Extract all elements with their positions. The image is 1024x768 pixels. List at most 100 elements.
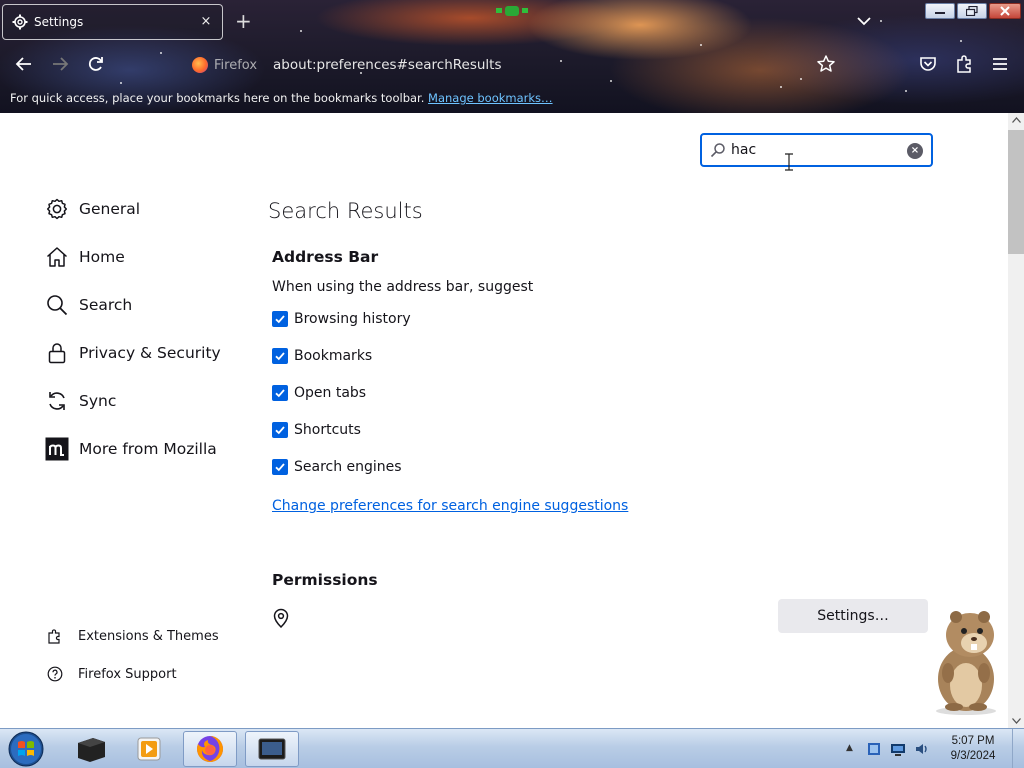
category-label: Home bbox=[79, 248, 125, 266]
volume-tray-icon[interactable] bbox=[914, 741, 930, 757]
checkbox-bookmarks[interactable]: Bookmarks bbox=[272, 348, 372, 364]
bookmark-star-icon[interactable] bbox=[816, 54, 836, 74]
media-box-icon bbox=[78, 738, 105, 762]
checkbox-label: Open tabs bbox=[294, 385, 367, 401]
category-label: Search bbox=[79, 296, 133, 314]
category-home[interactable]: Home bbox=[44, 243, 125, 271]
bookmarks-toolbar: For quick access, place your bookmarks h… bbox=[10, 91, 553, 105]
security-tray-icon[interactable] bbox=[866, 741, 882, 757]
manage-bookmarks-link[interactable]: Manage bookmarks… bbox=[428, 91, 553, 105]
category-label: General bbox=[79, 200, 141, 218]
close-tab-icon[interactable]: × bbox=[198, 14, 214, 29]
url-bar[interactable]: Firefox about:preferences#searchResults bbox=[186, 52, 806, 78]
theme-decoration bbox=[496, 6, 528, 16]
tab-title: Settings bbox=[34, 15, 84, 29]
category-more-from-mozilla[interactable]: More from Mozilla bbox=[44, 435, 217, 463]
checkbox-browsing-history[interactable]: Browsing history bbox=[272, 311, 411, 327]
menu-icon[interactable] bbox=[990, 54, 1010, 74]
restore-icon bbox=[966, 6, 978, 16]
checkbox-open-tabs[interactable]: Open tabs bbox=[272, 385, 366, 401]
address-bar-heading: Address Bar bbox=[272, 248, 379, 266]
scroll-up-icon[interactable] bbox=[1008, 113, 1024, 127]
category-search[interactable]: Search bbox=[44, 291, 132, 319]
window-app-icon bbox=[258, 738, 286, 760]
checkbox-checked-icon[interactable] bbox=[272, 311, 288, 327]
restore-button[interactable] bbox=[957, 3, 987, 19]
checkbox-label: Bookmarks bbox=[294, 348, 373, 364]
start-button[interactable] bbox=[6, 730, 46, 768]
change-search-suggestions-link[interactable]: Change preferences for search engine sug… bbox=[272, 498, 628, 514]
extensions-themes-link[interactable]: Extensions & Themes bbox=[46, 627, 219, 645]
checkbox-checked-icon[interactable] bbox=[272, 348, 288, 364]
extensions-icon[interactable] bbox=[954, 54, 974, 74]
find-in-settings[interactable]: × bbox=[700, 133, 933, 167]
firefox-icon bbox=[197, 736, 223, 762]
browser-toolbar: Settings × + Firefox about:preferences#s… bbox=[0, 0, 1024, 113]
network-tray-icon[interactable] bbox=[890, 741, 906, 757]
checkbox-label: Shortcuts bbox=[294, 422, 361, 438]
checkbox-shortcuts[interactable]: Shortcuts bbox=[272, 422, 361, 438]
category-label: Privacy & Security bbox=[79, 344, 221, 362]
permissions-settings-button[interactable]: Settings… bbox=[778, 599, 928, 633]
search-icon bbox=[44, 292, 70, 318]
minimize-icon bbox=[935, 12, 945, 14]
category-sync[interactable]: Sync bbox=[44, 387, 116, 415]
puzzle-icon bbox=[46, 627, 64, 645]
gear-icon bbox=[44, 196, 70, 222]
taskbar-media-app[interactable] bbox=[64, 731, 118, 767]
tab-settings[interactable]: Settings × bbox=[2, 4, 223, 40]
checkbox-label: Browsing history bbox=[294, 311, 411, 327]
media-player-icon bbox=[137, 737, 161, 761]
taskbar-media-player[interactable] bbox=[122, 731, 176, 767]
search-input[interactable] bbox=[731, 142, 901, 158]
clock-date: 9/3/2024 bbox=[950, 750, 996, 762]
firefox-support-link[interactable]: Firefox Support bbox=[46, 665, 177, 683]
lock-icon bbox=[44, 340, 70, 366]
bookmarks-toolbar-message: For quick access, place your bookmarks h… bbox=[10, 91, 425, 105]
clock-time: 5:07 PM bbox=[951, 735, 995, 747]
mozilla-icon bbox=[44, 436, 70, 462]
taskbar-window[interactable] bbox=[245, 731, 299, 767]
scroll-thumb[interactable] bbox=[1008, 130, 1024, 254]
help-icon bbox=[46, 665, 64, 683]
url-text[interactable]: about:preferences#searchResults bbox=[273, 57, 501, 73]
page-scrollbar[interactable] bbox=[1008, 113, 1024, 728]
page-title: Search Results bbox=[268, 199, 423, 223]
category-privacy-security[interactable]: Privacy & Security bbox=[44, 339, 221, 367]
forward-icon[interactable] bbox=[50, 54, 70, 74]
search-icon bbox=[710, 143, 725, 158]
minimize-button[interactable] bbox=[925, 3, 955, 19]
preferences-page: × General Home Search bbox=[0, 113, 1008, 728]
url-identity: Firefox bbox=[214, 57, 258, 73]
home-icon bbox=[44, 244, 70, 270]
extensions-themes-label: Extensions & Themes bbox=[78, 628, 219, 644]
checkbox-checked-icon[interactable] bbox=[272, 459, 288, 475]
firefox-support-label: Firefox Support bbox=[78, 666, 177, 682]
taskbar-firefox[interactable] bbox=[183, 731, 237, 767]
address-bar-description: When using the address bar, suggest bbox=[272, 279, 534, 295]
checkbox-checked-icon[interactable] bbox=[272, 385, 288, 401]
close-window-button[interactable] bbox=[989, 3, 1021, 19]
checkbox-label: Search engines bbox=[294, 459, 402, 475]
hamster-mascot bbox=[936, 611, 996, 715]
scroll-down-icon[interactable] bbox=[1008, 714, 1024, 728]
checkbox-search-engines[interactable]: Search engines bbox=[272, 459, 402, 475]
sync-icon bbox=[44, 388, 70, 414]
chevron-down-icon[interactable] bbox=[856, 13, 872, 29]
reload-icon[interactable] bbox=[86, 54, 106, 74]
category-general[interactable]: General bbox=[44, 195, 140, 223]
new-tab-button[interactable]: + bbox=[235, 11, 252, 31]
category-label: Sync bbox=[79, 392, 117, 410]
taskbar: ▲ 5:07 PM 9/3/2024 bbox=[0, 728, 1024, 768]
firefox-icon bbox=[192, 57, 208, 73]
category-label: More from Mozilla bbox=[79, 440, 217, 458]
gear-icon bbox=[12, 14, 28, 30]
pocket-icon[interactable] bbox=[918, 54, 938, 74]
clear-search-icon[interactable]: × bbox=[907, 143, 923, 159]
show-desktop-button[interactable] bbox=[1012, 729, 1024, 768]
back-icon[interactable] bbox=[14, 54, 34, 74]
system-clock[interactable]: 5:07 PM 9/3/2024 bbox=[940, 734, 1006, 764]
checkbox-checked-icon[interactable] bbox=[272, 422, 288, 438]
tray-expand-icon[interactable]: ▲ bbox=[846, 743, 853, 753]
location-icon bbox=[273, 608, 289, 628]
